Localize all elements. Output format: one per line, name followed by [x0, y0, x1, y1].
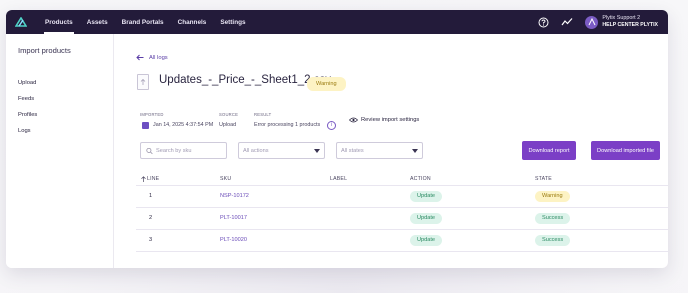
search-input[interactable] — [156, 147, 226, 154]
file-upload-icon — [137, 74, 149, 90]
status-badge: Warning — [307, 77, 346, 91]
page-title: Updates_-_Price_-_Sheet1_2.csv — [159, 74, 331, 86]
eye-icon — [349, 117, 358, 123]
calendar-icon — [142, 122, 149, 129]
plytix-logo-icon[interactable] — [14, 15, 28, 29]
info-icon[interactable]: i — [327, 121, 336, 130]
cell-line: 1 — [149, 193, 153, 199]
imported-value: Jan 14, 2025 4:37:54 PM — [153, 122, 214, 128]
cell-line: 3 — [149, 237, 153, 243]
main-content: All logs Updates_-_Price_-_Sheet1_2.csv … — [114, 34, 668, 268]
cell-sku[interactable]: PLT-10020 — [220, 237, 247, 243]
nav-item-channels[interactable]: Channels — [171, 10, 214, 34]
nav-item-assets[interactable]: Assets — [80, 10, 115, 34]
chevron-down-icon — [412, 149, 418, 153]
sidebar-item-upload[interactable]: Upload — [18, 80, 36, 86]
column-header-state: STATE — [535, 176, 552, 182]
user-name: Plytix Support 2 — [602, 15, 641, 21]
download-report-button[interactable]: Download report — [522, 141, 576, 160]
sidebar-title: Import products — [18, 46, 71, 55]
chevron-down-icon — [314, 149, 320, 153]
states-select[interactable]: All states — [336, 142, 423, 159]
nav-right-area: Plytix Support 2 HELP CENTER PLYTIX — [537, 10, 668, 34]
review-link-label: Review import settings — [361, 117, 420, 123]
result-label: RESULT — [254, 112, 272, 117]
column-header-line[interactable]: LINE — [147, 176, 159, 182]
cell-line: 2 — [149, 215, 153, 221]
sidebar-item-feeds[interactable]: Feeds — [18, 96, 34, 102]
column-header-label: LABEL — [330, 176, 348, 182]
table-row[interactable]: 1 NSP-10172 Update Warning — [136, 186, 668, 208]
download-imported-file-button[interactable]: Download imported file — [591, 141, 660, 160]
sidebar-item-logs[interactable]: Logs — [18, 128, 31, 134]
state-badge: Success — [535, 235, 571, 246]
actions-select-value: All actions — [243, 147, 269, 154]
search-box[interactable] — [140, 142, 227, 159]
arrow-left-icon — [136, 54, 144, 61]
top-navigation-bar: Products Assets Brand Portals Channels S… — [6, 10, 668, 34]
app-window: Products Assets Brand Portals Channels S… — [6, 10, 668, 268]
column-header-sku: SKU — [220, 176, 232, 182]
column-header-action: ACTION — [410, 176, 431, 182]
state-badge: Warning — [535, 191, 570, 202]
search-icon — [146, 147, 153, 154]
sidebar-item-profiles[interactable]: Profiles — [18, 112, 37, 118]
source-value: Upload — [219, 122, 237, 128]
states-select-value: All states — [341, 147, 364, 154]
back-link-label: All logs — [149, 54, 168, 61]
sidebar: Import products Upload Feeds Profiles Lo… — [6, 34, 114, 268]
action-badge: Update — [410, 191, 443, 202]
result-value: Error processing 1 products — [254, 122, 321, 128]
activity-icon[interactable] — [561, 16, 573, 28]
cell-sku[interactable]: PLT-10017 — [220, 215, 247, 221]
actions-select[interactable]: All actions — [238, 142, 325, 159]
imported-label: IMPORTED — [140, 112, 164, 117]
help-icon[interactable] — [537, 16, 549, 28]
table-row[interactable]: 3 PLT-10020 Update Success — [136, 230, 668, 252]
review-import-settings-link[interactable]: Review import settings — [349, 117, 419, 123]
nav-item-brand-portals[interactable]: Brand Portals — [115, 10, 171, 34]
main-nav: Products Assets Brand Portals Channels S… — [38, 10, 253, 34]
sort-arrow-up-icon[interactable] — [141, 176, 146, 182]
table-row[interactable]: 2 PLT-10017 Update Success — [136, 208, 668, 230]
cell-sku[interactable]: NSP-10172 — [220, 193, 249, 199]
action-badge: Update — [410, 235, 443, 246]
user-subtitle: HELP CENTER PLYTIX — [602, 22, 658, 28]
back-to-logs-link[interactable]: All logs — [136, 54, 168, 61]
user-menu[interactable]: Plytix Support 2 HELP CENTER PLYTIX — [602, 15, 658, 29]
table-header-row: LINE SKU LABEL ACTION STATE — [136, 172, 668, 186]
nav-item-products[interactable]: Products — [38, 10, 80, 34]
state-badge: Success — [535, 213, 571, 224]
source-label: SOURCE — [219, 112, 239, 117]
nav-item-settings[interactable]: Settings — [213, 10, 252, 34]
action-badge: Update — [410, 213, 443, 224]
avatar[interactable] — [585, 15, 599, 29]
